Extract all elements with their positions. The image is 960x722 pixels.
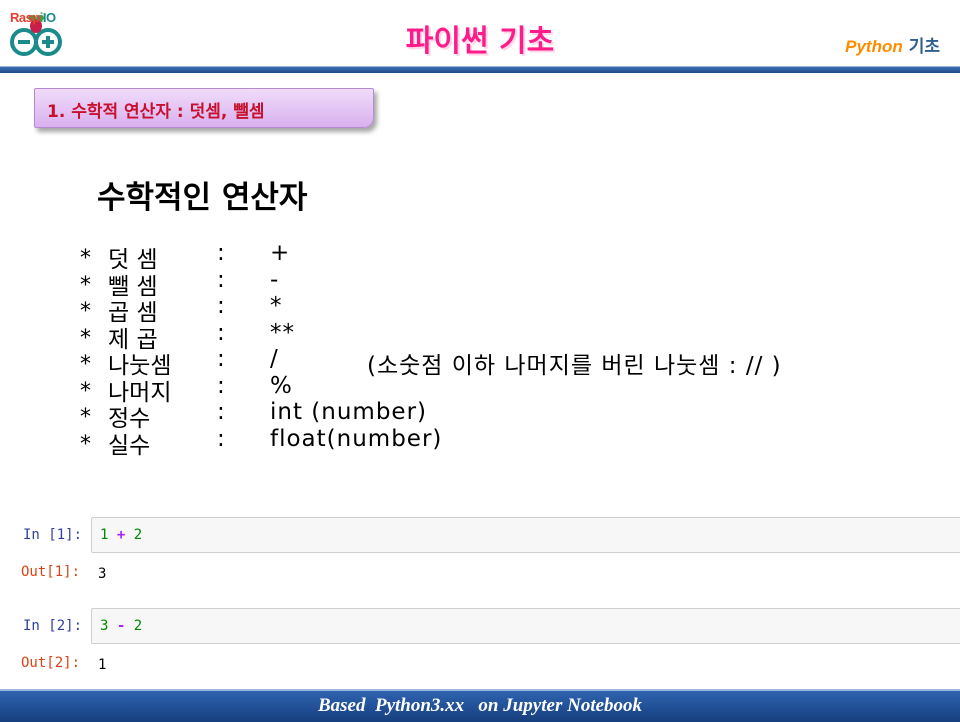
cell-code[interactable]: 3 - 2: [100, 618, 142, 634]
colon: :: [217, 240, 225, 266]
operator-symbol: *: [270, 293, 283, 319]
slide-subtitle: Python 기초: [845, 32, 940, 57]
operator-symbol: int (number): [270, 399, 428, 425]
slide-title: 파이썬 기초: [405, 24, 555, 59]
section-label: 1. 수학적 연산자 : 덧셈, 뺄셈: [47, 102, 265, 122]
cell-output: 3: [98, 566, 107, 582]
slide-footer: Based Python3.xx on Jupyter Notebook: [0, 689, 960, 722]
subtitle-korean: 기초: [908, 37, 940, 56]
bullet: *: [80, 431, 91, 457]
colon: :: [217, 425, 225, 452]
colon: :: [217, 319, 225, 346]
bullet: *: [80, 299, 91, 324]
out-prompt: Out[2]:: [21, 655, 81, 671]
operator-symbol: -: [270, 266, 280, 293]
content-heading: 수학적인 연산자: [97, 180, 308, 216]
operator-symbol: float(number): [270, 425, 443, 452]
operator-symbol: **: [270, 319, 295, 346]
bullet: *: [80, 378, 91, 404]
out-prompt: Out[1]:: [21, 564, 81, 580]
header-divider-bar: [0, 66, 960, 73]
slide-header: RaspiIO 파이썬 기초 Python 기초: [0, 0, 960, 64]
operator-symbol: %: [270, 372, 293, 399]
cell-output: 1: [98, 657, 107, 673]
cell-code[interactable]: 1 + 2: [100, 527, 142, 543]
colon: :: [217, 293, 225, 319]
operator-name: 실수: [108, 432, 151, 459]
section-label-box: 1. 수학적 연산자 : 덧셈, 뺄셈: [34, 88, 374, 128]
colon: :: [217, 399, 225, 425]
colon: :: [217, 372, 225, 399]
footer-text: Based Python3.xx on Jupyter Notebook: [317, 695, 643, 716]
in-prompt: In [1]:: [23, 527, 83, 543]
operator-symbol: +: [270, 240, 291, 266]
bullet: *: [80, 272, 91, 298]
bullet: *: [80, 325, 91, 351]
bullet: *: [80, 246, 91, 271]
subtitle-python: Python: [845, 37, 903, 56]
in-prompt: In [2]:: [23, 618, 83, 634]
code-cell[interactable]: 3 - 2: [91, 608, 960, 644]
bullet: *: [80, 405, 91, 430]
colon: :: [217, 346, 225, 372]
code-cell[interactable]: 1 + 2: [91, 517, 960, 553]
operator-symbol: /: [270, 346, 279, 372]
operator-note: (소숫점 이하 나머지를 버린 나눗셈 : // ): [367, 353, 782, 379]
bullet: *: [80, 352, 91, 377]
colon: :: [217, 266, 225, 293]
